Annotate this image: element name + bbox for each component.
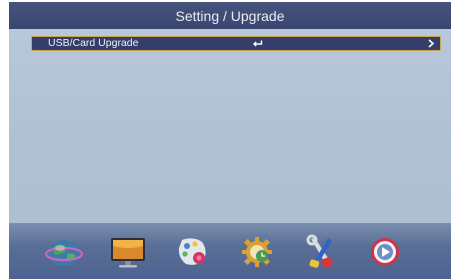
page-title: Setting / Upgrade — [175, 7, 285, 24]
picture-icon[interactable] — [108, 233, 148, 271]
chevron-right-icon[interactable] — [427, 39, 435, 48]
time-icon[interactable] — [237, 233, 277, 271]
title-bar: Setting / Upgrade — [9, 2, 451, 29]
media-icon[interactable] — [365, 233, 405, 271]
setting-icon[interactable] — [301, 233, 341, 271]
enter-icon — [253, 40, 263, 47]
channel-icon[interactable] — [44, 233, 84, 271]
sound-icon[interactable] — [173, 233, 213, 271]
menu-item-usb-card-upgrade[interactable]: USB/Card Upgrade — [31, 36, 441, 51]
menu-panel — [9, 29, 451, 223]
menu-item-label: USB/Card Upgrade — [48, 37, 139, 49]
tv-menu-screen: Setting / Upgrade USB/Card Upgrade — [9, 2, 451, 279]
bottom-dock — [9, 223, 451, 279]
